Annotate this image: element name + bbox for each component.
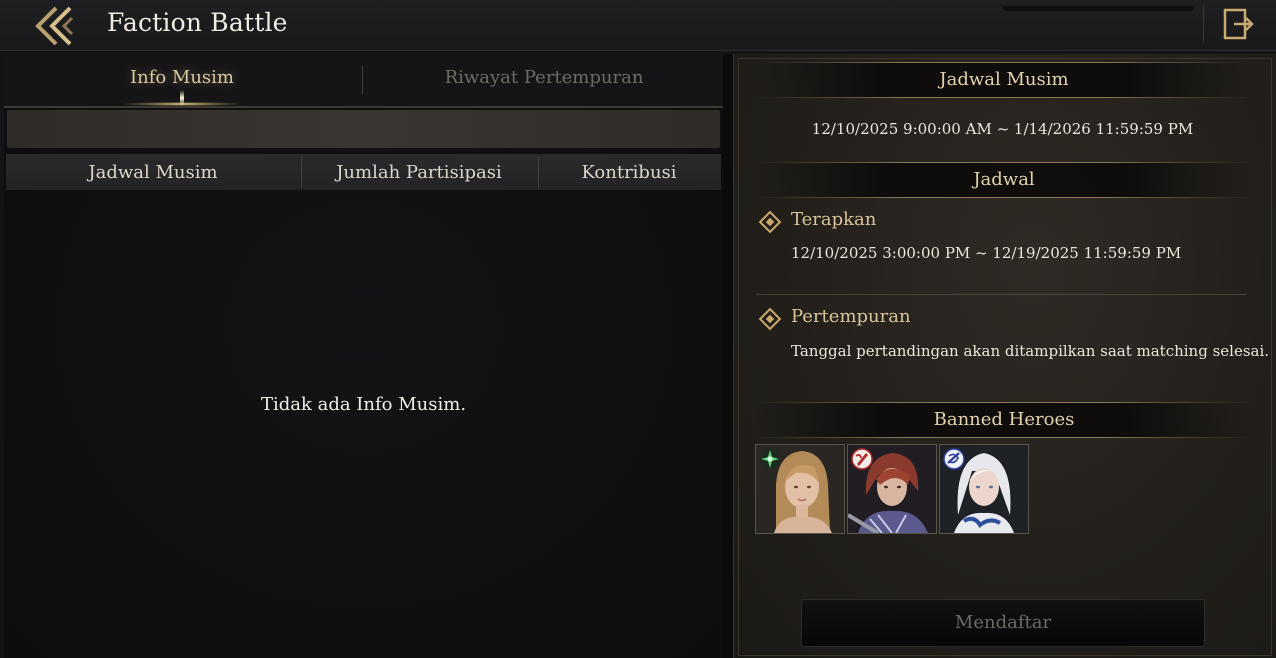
column-header-jadwal-musim: Jadwal Musim <box>88 162 218 183</box>
top-bar: Faction Battle <box>0 0 1276 51</box>
season-info-panel: Info Musim Riwayat Pertempuran Jadwal Mu… <box>4 54 723 658</box>
tab-divider <box>362 66 363 94</box>
divider <box>1203 6 1204 42</box>
back-arrow-icon[interactable] <box>30 4 78 48</box>
banned-hero-card[interactable] <box>755 444 845 534</box>
exit-icon[interactable] <box>1220 6 1256 42</box>
empty-state-message: Tidak ada Info Musim. <box>260 394 467 415</box>
red-warrior-class-icon <box>851 448 873 470</box>
active-tab-spark <box>180 90 184 106</box>
tab-riwayat-pertempuran[interactable]: Riwayat Pertempuran <box>366 67 722 88</box>
filter-strip <box>7 110 720 148</box>
season-period: 12/10/2025 9:00:00 AM ~ 1/14/2026 11:59:… <box>811 120 1194 138</box>
page-title: Faction Battle <box>107 8 288 37</box>
column-header-kontribusi: Kontribusi <box>581 162 677 183</box>
divider <box>756 294 1246 295</box>
schedule-item-title: Pertempuran <box>791 306 911 327</box>
column-header-jumlah-partisipasi: Jumlah Partisipasi <box>336 162 502 183</box>
banned-hero-card[interactable] <box>939 444 1029 534</box>
register-button[interactable]: Mendaftar <box>801 599 1205 647</box>
tab-info-musim[interactable]: Info Musim <box>4 67 360 88</box>
schedule-heading: Jadwal <box>754 162 1254 198</box>
banned-hero-card[interactable] <box>847 444 937 534</box>
banned-heroes-heading: Banned Heroes <box>754 402 1254 438</box>
green-leaf-class-icon <box>760 449 780 469</box>
season-schedule-heading: Jadwal Musim <box>754 62 1254 98</box>
schedule-panel: Jadwal Musim 12/10/2025 9:00:00 AM ~ 1/1… <box>733 54 1276 658</box>
panel-divider <box>723 54 733 658</box>
schedule-item-title: Terapkan <box>791 209 877 230</box>
tab-bar: Info Musim Riwayat Pertempuran <box>4 54 723 108</box>
schedule-item-text: 12/10/2025 3:00:00 PM ~ 12/19/2025 11:59… <box>791 244 1182 262</box>
top-status-slot <box>1003 6 1193 11</box>
schedule-item-text: Tanggal pertandingan akan ditampilkan sa… <box>791 342 1270 360</box>
table-header: Jadwal Musim Jumlah Partisipasi Kontribu… <box>6 154 721 190</box>
blue-mage-class-icon <box>943 448 965 470</box>
